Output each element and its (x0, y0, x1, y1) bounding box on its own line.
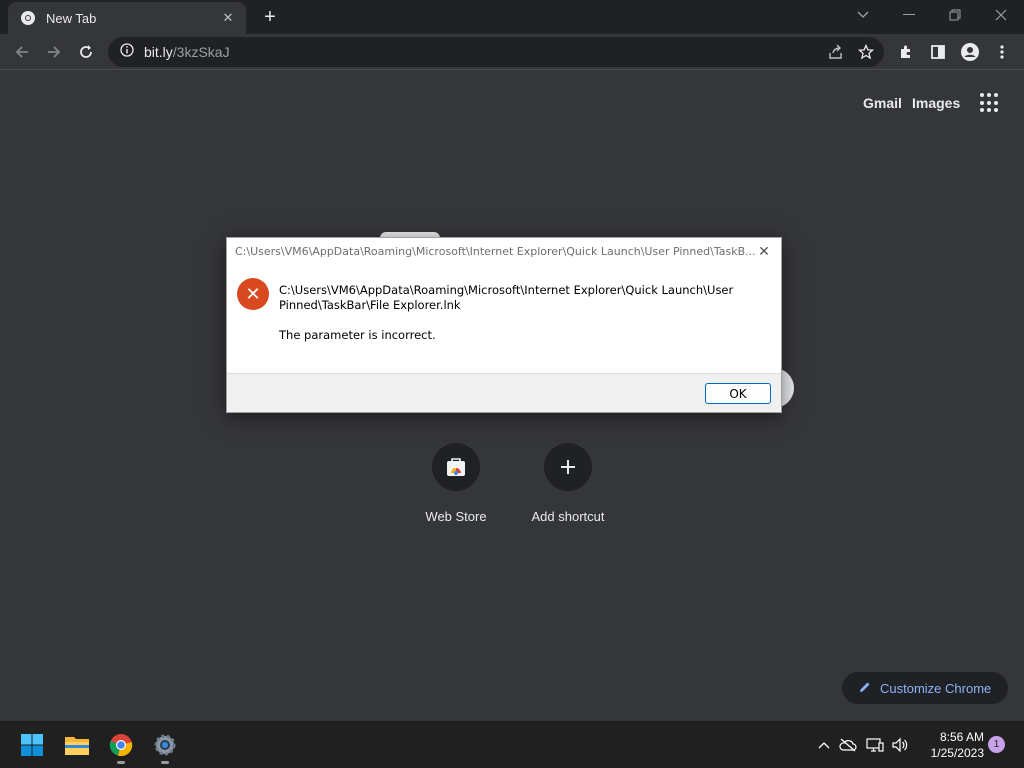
close-window-icon[interactable] (978, 0, 1024, 30)
reload-icon[interactable] (72, 38, 100, 66)
file-explorer-icon[interactable] (61, 729, 93, 761)
running-indicator (161, 761, 169, 764)
running-indicator (117, 761, 125, 764)
plus-icon (544, 443, 592, 491)
taskbar: 8:56 AM 1/25/2023 1 (0, 720, 1024, 768)
profile-avatar-icon[interactable] (956, 38, 984, 66)
gmail-link[interactable]: Gmail (863, 95, 902, 111)
dialog-title: C:\Users\VM6\AppData\Roaming\Microsoft\I… (235, 245, 755, 258)
shortcut-web-store[interactable]: Web Store (401, 443, 511, 524)
google-apps-icon[interactable] (980, 93, 1000, 113)
minimize-icon[interactable] (886, 0, 932, 30)
ok-button[interactable]: OK (705, 383, 771, 404)
share-icon[interactable] (828, 44, 844, 65)
dialog-detail: The parameter is incorrect. (279, 328, 436, 342)
tab-close-icon[interactable]: ✕ (220, 10, 236, 26)
chrome-taskbar-icon[interactable] (105, 729, 137, 764)
tab-search-icon[interactable] (840, 0, 886, 30)
info-icon[interactable] (120, 42, 134, 62)
forward-icon[interactable] (40, 38, 68, 66)
url-text: bit.ly/3kzSkaJ (144, 44, 230, 60)
side-panel-icon[interactable] (924, 38, 952, 66)
tab-new-tab[interactable]: New Tab ✕ (8, 2, 246, 34)
dialog-close-icon[interactable]: ✕ (755, 243, 773, 261)
clock-time: 8:56 AM (939, 730, 984, 744)
chrome-favicon-icon (20, 10, 36, 26)
new-tab-button[interactable]: + (258, 6, 282, 28)
back-icon[interactable] (8, 38, 36, 66)
onedrive-offline-icon[interactable] (838, 735, 858, 755)
images-link[interactable]: Images (912, 95, 960, 111)
menu-kebab-icon[interactable] (988, 38, 1016, 66)
customize-chrome-button[interactable]: Customize Chrome (842, 672, 1008, 704)
pencil-icon (858, 680, 872, 697)
settings-gear-icon[interactable] (149, 729, 181, 764)
web-store-icon (432, 443, 480, 491)
restore-icon[interactable] (932, 0, 978, 30)
windows-start-icon[interactable] (16, 729, 48, 761)
show-hidden-icons-chevron-icon[interactable] (814, 735, 834, 755)
browser-toolbar: bit.ly/3kzSkaJ (0, 34, 1024, 70)
clock-date: 1/25/2023 (930, 746, 984, 760)
clock[interactable]: 8:56 AM 1/25/2023 (918, 729, 984, 761)
shortcut-label: Add shortcut (531, 509, 605, 524)
network-icon[interactable] (865, 735, 885, 755)
shortcut-label: Web Store (425, 509, 487, 524)
dialog-message-line2: Pinned\TaskBar\File Explorer.lnk (279, 298, 461, 312)
dialog-message: C:\Users\VM6\AppData\Roaming\Microsoft\I… (279, 283, 749, 313)
dialog-footer: OK (227, 373, 781, 412)
tab-title: New Tab (46, 10, 97, 26)
address-bar[interactable]: bit.ly/3kzSkaJ (108, 37, 884, 67)
tab-strip: New Tab ✕ + (0, 0, 1024, 34)
bookmark-star-icon[interactable] (857, 43, 875, 65)
customize-label: Customize Chrome (880, 680, 992, 696)
volume-icon[interactable] (890, 735, 910, 755)
extensions-icon[interactable] (892, 38, 920, 66)
notification-badge[interactable]: 1 (988, 736, 1005, 753)
shortcut-add[interactable]: Add shortcut (513, 443, 623, 524)
error-dialog: C:\Users\VM6\AppData\Roaming\Microsoft\I… (226, 237, 782, 413)
dialog-message-line1: C:\Users\VM6\AppData\Roaming\Microsoft\I… (279, 283, 734, 297)
error-icon: ✕ (237, 278, 269, 310)
